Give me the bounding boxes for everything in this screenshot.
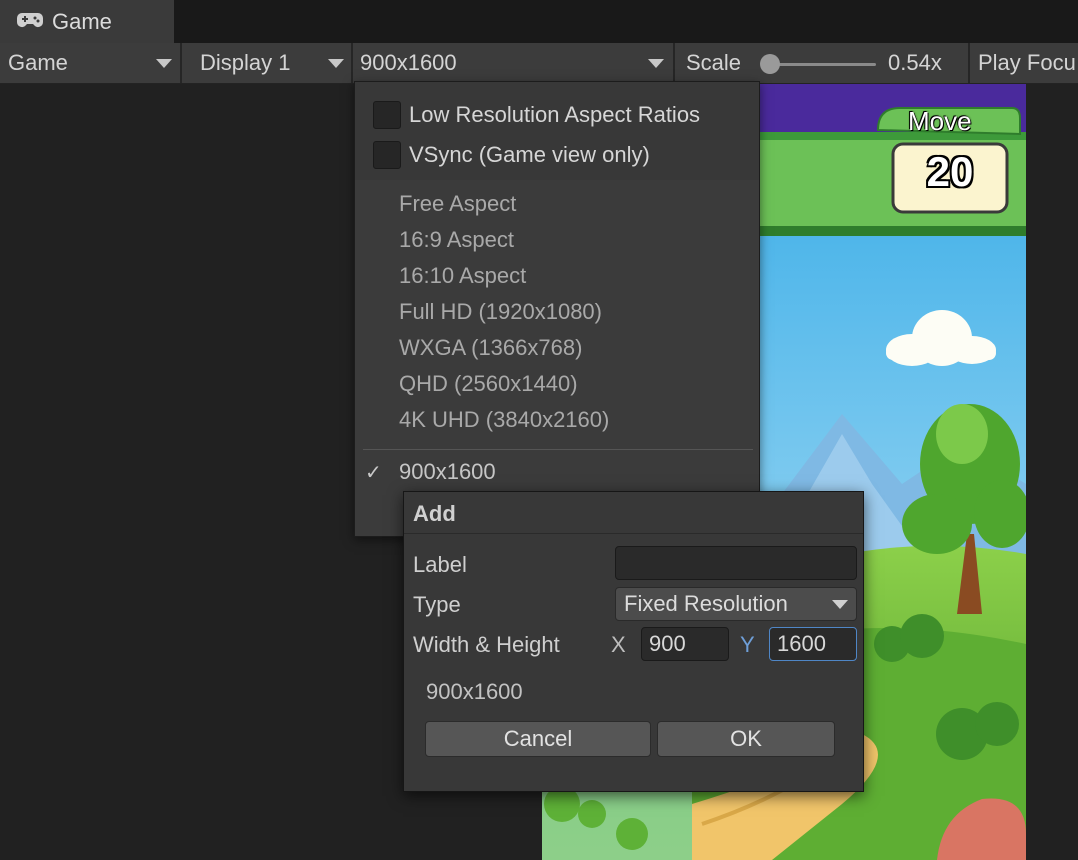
toolbar-divider (673, 43, 675, 83)
display-label: Display 1 (200, 50, 291, 75)
x-axis-label: X (611, 632, 626, 657)
type-value: Fixed Resolution (624, 591, 788, 616)
display-dropdown[interactable]: Display 1 (200, 43, 350, 83)
menu-item-4k-uhd[interactable]: 4K UHD (3840x2160) (399, 405, 609, 435)
type-dropdown[interactable]: Fixed Resolution (615, 587, 857, 621)
resolution-label: 900x1600 (360, 50, 457, 75)
resolution-menu: Low Resolution Aspect Ratios VSync (Game… (354, 81, 760, 537)
ok-button[interactable]: OK (657, 721, 835, 757)
tab-title: Game (52, 8, 112, 34)
play-focus-dropdown[interactable]: Play Focu (978, 43, 1076, 83)
type-field-label: Type (413, 592, 461, 617)
menu-item-qhd[interactable]: QHD (2560x1440) (399, 369, 578, 399)
move-label: Move (908, 106, 972, 136)
vsync-toggle[interactable]: VSync (Game view only) (373, 140, 650, 170)
toolbar-divider (351, 43, 353, 83)
dialog-title: Add (404, 492, 863, 534)
low-res-aspect-toggle[interactable]: Low Resolution Aspect Ratios (373, 100, 700, 130)
menu-item-wxga[interactable]: WXGA (1366x768) (399, 333, 582, 363)
chevron-down-icon (328, 59, 344, 68)
resolution-dropdown[interactable]: 900x1600 (360, 43, 670, 83)
tab-strip: Game (0, 0, 1078, 43)
toolbar-divider (180, 43, 182, 83)
option-label: VSync (Game view only) (409, 142, 650, 167)
y-axis-label: Y (740, 632, 755, 657)
label-input[interactable] (615, 546, 857, 580)
view-mode-label: Game (8, 50, 68, 75)
menu-divider (363, 449, 753, 450)
toolbar-divider (968, 43, 970, 83)
scale-slider-handle[interactable] (760, 54, 780, 74)
game-toolbar: Game Display 1 900x1600 Scale 0.54x Play… (0, 43, 1078, 84)
label-field-label: Label (413, 552, 467, 577)
gamepad-icon (16, 9, 44, 35)
height-input[interactable]: 1600 (769, 627, 857, 661)
menu-item-16-9-aspect[interactable]: 16:9 Aspect (399, 225, 514, 255)
checkbox[interactable] (373, 141, 401, 169)
scale-value: 0.54x (888, 50, 942, 75)
menu-item-free-aspect[interactable]: Free Aspect (399, 189, 516, 219)
view-mode-dropdown[interactable]: Game (8, 43, 178, 83)
chevron-down-icon (156, 59, 172, 68)
scale-label: Scale (686, 50, 742, 75)
tab-game[interactable]: Game (0, 0, 174, 43)
check-icon: ✓ (365, 462, 382, 484)
checkbox[interactable] (373, 101, 401, 129)
menu-item-900x1600[interactable]: 900x1600 (399, 457, 496, 487)
chevron-down-icon (832, 600, 848, 609)
resolution-preview: 900x1600 (426, 679, 523, 704)
option-label: Low Resolution Aspect Ratios (409, 102, 701, 127)
move-counter: 20 (926, 148, 974, 195)
add-resolution-dialog: Add Label Type Fixed Resolution Width & … (403, 491, 864, 792)
menu-item-16-10-aspect[interactable]: 16:10 Aspect (399, 261, 526, 291)
scale-slider-track[interactable] (770, 63, 876, 66)
width-input[interactable]: 900 (641, 627, 729, 661)
menu-item-full-hd[interactable]: Full HD (1920x1080) (399, 297, 602, 327)
chevron-down-icon (648, 59, 664, 68)
size-field-label: Width & Height (413, 632, 560, 657)
cancel-button[interactable]: Cancel (425, 721, 651, 757)
